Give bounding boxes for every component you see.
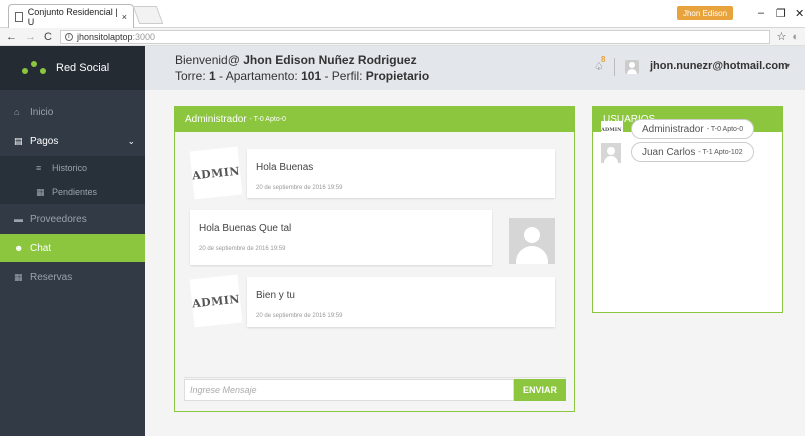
sidebar-item-proveedores[interactable]: ▬ Proveedores: [0, 204, 145, 234]
message-input[interactable]: [184, 379, 514, 401]
back-icon[interactable]: ←: [6, 31, 17, 43]
user-avatar: [601, 143, 621, 163]
submenu-pagos: ≡ Historico ▦ Pendientes: [0, 156, 145, 204]
tab-close-icon[interactable]: ×: [122, 12, 127, 22]
chat-panel: Administrador - T-0 Apto-0 ADMIN Hola Bu…: [174, 106, 575, 412]
sidebar-item-label: Pendientes: [52, 187, 98, 197]
apto-value: 101: [301, 69, 322, 83]
table-icon: ▦: [36, 186, 45, 197]
user-sub: - T-1 Apto-102: [698, 148, 743, 156]
window-close-icon[interactable]: ✕: [795, 7, 804, 20]
admin-avatar: ADMIN: [601, 121, 623, 139]
chat-message: Hola Buenas 20 de septiembre de 2016 19:…: [247, 149, 555, 198]
top-bar: Bienvenid@ Jhon Edison Nuñez Rodriguez T…: [145, 46, 805, 90]
document-icon: ▤: [14, 135, 23, 146]
sidebar-item-chat[interactable]: ☻ Chat: [0, 234, 145, 262]
admin-avatar: ADMIN: [189, 146, 243, 200]
chat-message: Hola Buenas Que tal 20 de septiembre de …: [190, 210, 492, 265]
sidebar-item-label: Chat: [30, 242, 52, 254]
torre-value: 1: [209, 69, 216, 83]
caret-down-icon[interactable]: ▾: [786, 61, 790, 70]
user-sub: - T-0 Apto-0: [706, 125, 744, 133]
users-icon: ☻: [14, 243, 24, 253]
bookmark-star-icon[interactable]: ☆: [776, 30, 786, 43]
brand-logo-icon: [22, 61, 46, 75]
sidebar-item-inicio[interactable]: ⌂ Inicio: [0, 98, 145, 126]
apto-label: - Apartamento:: [215, 69, 302, 83]
avatar[interactable]: [625, 60, 639, 74]
extension-icon[interactable]: ◐: [792, 31, 799, 43]
minimize-icon[interactable]: –: [758, 7, 764, 19]
calendar-icon: ▦: [14, 271, 23, 282]
perfil-label: - Perfil:: [321, 69, 366, 83]
home-icon: ⌂: [14, 107, 20, 117]
user-name: Administrador: [642, 123, 704, 135]
maximize-icon[interactable]: ❐: [776, 7, 786, 20]
url-field[interactable]: i jhonsitolaptop:3000: [59, 29, 771, 44]
list-icon: ≡: [36, 163, 42, 173]
truck-icon: ▬: [14, 214, 23, 224]
torre-label: Torre:: [175, 69, 210, 83]
sidebar-item-historico[interactable]: ≡ Historico: [0, 156, 145, 180]
brand[interactable]: Red Social: [0, 46, 145, 90]
admin-avatar: ADMIN: [189, 274, 243, 328]
chat-message: Bien y tu 20 de septiembre de 2016 19:59: [247, 277, 555, 327]
address-bar: ← → C i jhonsitolaptop:3000 ☆ ◐: [0, 28, 805, 46]
message-text: Hola Buenas Que tal: [199, 223, 292, 234]
forward-icon[interactable]: →: [25, 31, 36, 43]
divider: [614, 58, 615, 76]
send-button[interactable]: ENVIAR: [514, 379, 566, 401]
compose-bar: ENVIAR: [184, 377, 566, 401]
chat-header: Administrador - T-0 Apto-0: [175, 107, 574, 132]
user-avatar: [509, 218, 555, 264]
browser-profile-chip[interactable]: Jhon Edison: [677, 6, 733, 20]
url-host: jhonsitolaptop: [76, 31, 133, 42]
tab-title: Conjunto Residencial | U: [27, 6, 118, 27]
chat-title-sub: - T-0 Apto-0: [249, 116, 286, 123]
perfil-value: Propietario: [365, 69, 430, 83]
message-text: Hola Buenas: [256, 162, 314, 173]
message-date: 20 de septiembre de 2016 19:59: [199, 246, 286, 252]
sidebar-item-pendientes[interactable]: ▦ Pendientes: [0, 180, 145, 204]
chat-title: Administrador: [185, 114, 247, 125]
sidebar-item-label: Inicio: [30, 106, 54, 118]
message-date: 20 de septiembre de 2016 19:59: [256, 185, 343, 191]
users-panel: USUARIOS ADMIN Administrador - T-0 Apto-…: [592, 106, 783, 313]
user-pill[interactable]: Administrador - T-0 Apto-0: [631, 119, 755, 139]
sidebar-item-label: Proveedores: [30, 213, 87, 225]
list-item[interactable]: Juan Carlos - T-1 Apto-102: [601, 142, 776, 163]
list-item[interactable]: ADMIN Administrador - T-0 Apto-0: [601, 119, 776, 139]
sidebar-item-reservas[interactable]: ▦ Reservas: [0, 262, 145, 292]
message-text: Bien y tu: [256, 290, 295, 301]
chevron-down-icon: ⌄: [127, 135, 135, 146]
welcome-prefix: Bienvenid@: [175, 53, 244, 67]
main-content: Administrador - T-0 Apto-0 ADMIN Hola Bu…: [145, 90, 805, 436]
user-full-name: Jhon Edison Nuñez Rodriguez: [243, 53, 417, 67]
user-email[interactable]: jhon.nunezr@hotmail.com: [650, 60, 788, 72]
sidebar-item-label: Reservas: [30, 271, 73, 283]
notification-badge: 8: [601, 55, 606, 64]
user-name: Juan Carlos: [642, 146, 696, 158]
page-icon: [15, 11, 23, 22]
notification-bell-icon[interactable]: ♤ 8: [594, 55, 605, 73]
url-port: :3000: [132, 31, 156, 42]
info-icon[interactable]: i: [64, 32, 73, 41]
sidebar-item-label: Historico: [52, 163, 88, 173]
brand-name: Red Social: [56, 62, 110, 74]
sidebar: Red Social ⌂ Inicio ▤ Pagos ⌄ ≡ Historic…: [0, 46, 145, 436]
sidebar-item-pagos[interactable]: ▤ Pagos ⌄: [0, 126, 145, 156]
new-tab-button[interactable]: [132, 6, 164, 24]
browser-tab-bar: Conjunto Residencial | U × Jhon Edison –…: [0, 0, 805, 28]
sidebar-item-label: Pagos: [30, 135, 59, 147]
browser-tab[interactable]: Conjunto Residencial | U ×: [8, 4, 134, 28]
reload-icon[interactable]: C: [44, 31, 52, 43]
user-pill[interactable]: Juan Carlos - T-1 Apto-102: [631, 142, 754, 162]
message-date: 20 de septiembre de 2016 19:59: [256, 313, 343, 319]
